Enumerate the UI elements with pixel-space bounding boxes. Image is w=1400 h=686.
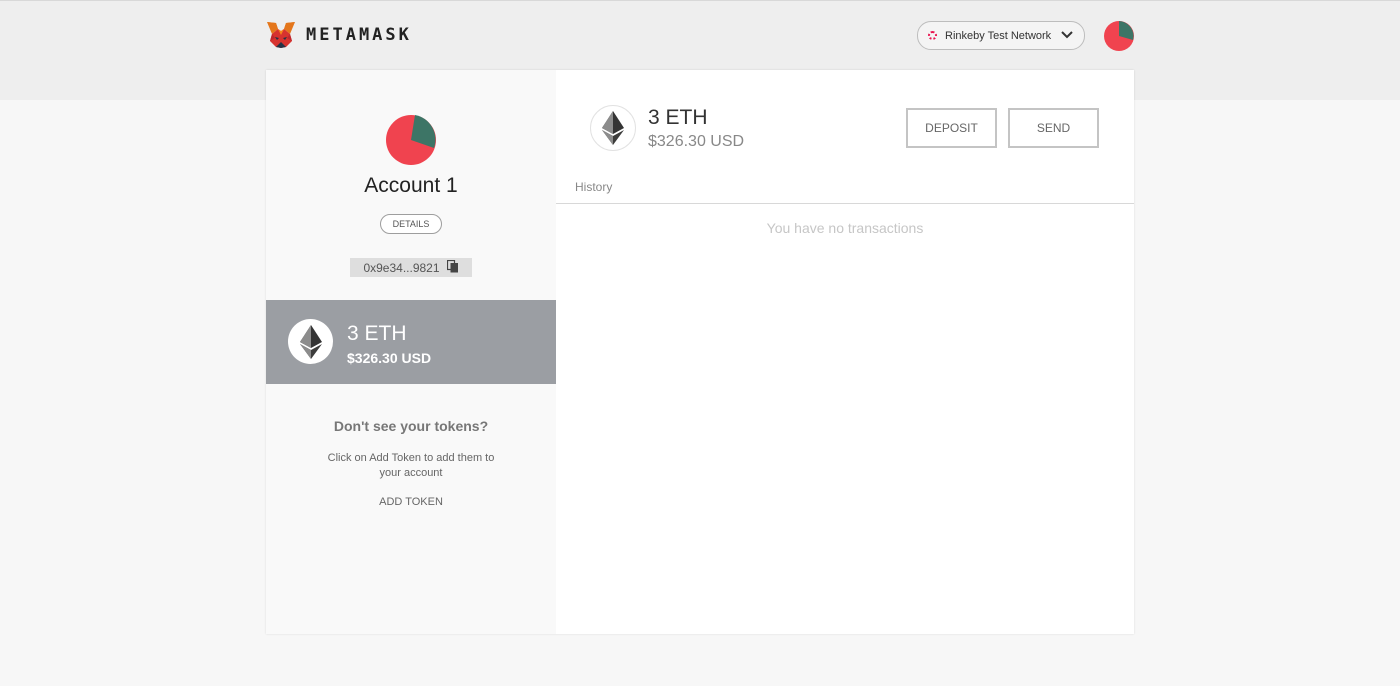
token-amount: 3 ETH <box>347 322 407 345</box>
history-heading: History <box>575 180 613 194</box>
app-logo[interactable]: METAMASK <box>266 21 412 49</box>
account-avatar-icon[interactable] <box>1104 21 1134 51</box>
ethereum-icon <box>590 105 636 151</box>
add-token-link[interactable]: ADD TOKEN <box>266 496 556 508</box>
empty-transactions-message: You have no transactions <box>766 220 924 236</box>
token-usd-value: $326.30 USD <box>347 350 432 366</box>
token-list-item-eth[interactable]: 3 ETH $326.30 USD <box>266 300 556 384</box>
balance-amount: 3 ETH <box>648 106 708 129</box>
chevron-down-icon <box>1061 30 1073 43</box>
details-button[interactable]: DETAILS <box>380 214 442 234</box>
wallet-panel: Account 1 DETAILS 0x9e34...9821 3 ETH $3… <box>266 70 1134 634</box>
deposit-button[interactable]: DEPOSIT <box>906 108 997 148</box>
app-title: METAMASK <box>306 25 412 45</box>
network-label: Rinkeby Test Network <box>945 29 1052 42</box>
account-address[interactable]: 0x9e34...9821 <box>350 258 472 277</box>
identicon-icon <box>386 115 436 165</box>
no-tokens-heading: Don't see your tokens? <box>333 418 489 434</box>
account-sidebar: Account 1 DETAILS 0x9e34...9821 3 ETH $3… <box>266 70 556 634</box>
metamask-fox-icon <box>266 21 296 49</box>
divider <box>556 203 1134 204</box>
no-tokens-description: Click on Add Token to add them to your a… <box>327 452 495 479</box>
address-text: 0x9e34...9821 <box>363 260 440 275</box>
network-selector[interactable]: Rinkeby Test Network <box>917 21 1085 50</box>
copy-icon[interactable] <box>440 259 459 276</box>
send-button[interactable]: SEND <box>1008 108 1099 148</box>
ethereum-icon <box>288 319 333 364</box>
network-status-icon <box>928 31 937 40</box>
balance-usd: $326.30 USD <box>648 133 745 150</box>
transaction-view: 3 ETH $326.30 USD DEPOSIT SEND History Y… <box>556 70 1134 634</box>
account-name: Account 1 <box>364 174 458 197</box>
